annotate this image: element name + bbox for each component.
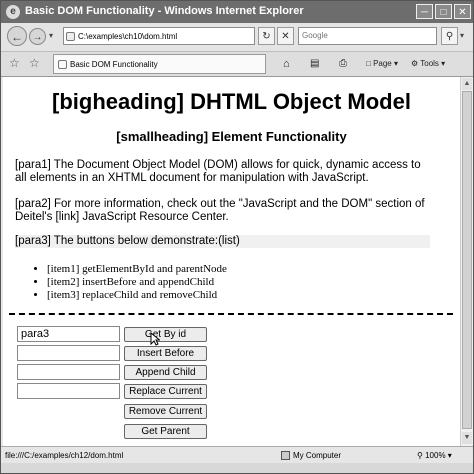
- history-dropdown-icon[interactable]: ▾: [49, 31, 53, 40]
- search-button[interactable]: ⚲: [441, 27, 458, 45]
- forward-button[interactable]: →: [29, 28, 46, 45]
- add-favorites-icon[interactable]: ☆: [29, 56, 40, 70]
- tab-label: Basic DOM Functionality: [70, 60, 158, 69]
- stop-button[interactable]: ✕: [277, 27, 294, 45]
- list-item: [item2] insertBefore and appendChild: [47, 276, 227, 289]
- refresh-button[interactable]: ↻: [258, 27, 275, 45]
- page-menu-label: Page: [373, 59, 392, 68]
- address-text: C:\examples\ch10\dom.html: [78, 32, 178, 41]
- get-by-id-button[interactable]: Get By id: [124, 327, 207, 342]
- title-bar: e Basic DOM Functionality - Windows Inte…: [1, 1, 473, 23]
- vertical-scrollbar[interactable]: ▲ ▼: [460, 77, 473, 446]
- security-zone: My Computer: [281, 447, 342, 464]
- window-title: Basic DOM Functionality - Windows Intern…: [25, 5, 304, 17]
- minimize-button[interactable]: ─: [416, 4, 433, 19]
- close-button[interactable]: ✕: [454, 4, 471, 19]
- list-item: [item1] getElementById and parentNode: [47, 263, 227, 276]
- search-options-icon[interactable]: ▾: [460, 31, 464, 40]
- refresh-icon: ↻: [262, 31, 271, 42]
- replace-current-button[interactable]: Replace Current: [124, 384, 207, 399]
- search-input[interactable]: [298, 27, 437, 45]
- para2: [para2] For more information, check out …: [15, 198, 425, 223]
- get-by-id-field[interactable]: [17, 326, 120, 342]
- gear-icon: ⚙: [411, 59, 421, 68]
- stop-icon: ✕: [281, 31, 290, 42]
- small-heading: [smallheading] Element Functionality: [116, 129, 347, 144]
- zoom-icon: ⚲: [417, 451, 426, 460]
- status-path: file:///C:/examples/ch12/dom.html: [5, 451, 124, 460]
- home-icon[interactable]: ⌂: [283, 57, 290, 71]
- back-button[interactable]: ←: [7, 26, 27, 46]
- maximize-button[interactable]: □: [435, 4, 452, 19]
- address-toolbar: ← → ▾ C:\examples\ch10\dom.html ↻ ✕ ⚲ ▾: [1, 23, 473, 52]
- page-menu[interactable]: □ Page ▾: [366, 57, 398, 71]
- zone-label: My Computer: [293, 451, 342, 460]
- favorites-star-icon[interactable]: ☆: [9, 56, 20, 70]
- tab-basic-dom[interactable]: Basic DOM Functionality: [53, 54, 266, 74]
- item-list: [item1] getElementById and parentNode [i…: [33, 263, 227, 302]
- remove-current-button[interactable]: Remove Current: [124, 404, 207, 419]
- insert-before-field[interactable]: [17, 345, 120, 361]
- scroll-up-icon[interactable]: ▲: [462, 78, 472, 90]
- window-bottom-edge: [1, 463, 473, 473]
- magnifier-icon: ⚲: [445, 31, 454, 42]
- computer-icon: [281, 451, 290, 460]
- address-input[interactable]: C:\examples\ch10\dom.html: [63, 27, 255, 45]
- big-heading: [bigheading] DHTML Object Model: [52, 89, 411, 114]
- forward-arrow-icon: →: [32, 32, 43, 43]
- page-content: [bigheading] DHTML Object Model [smallhe…: [3, 77, 460, 446]
- page-icon: [66, 32, 75, 41]
- browser-window: e Basic DOM Functionality - Windows Inte…: [0, 0, 474, 474]
- tab-page-icon: [58, 60, 67, 69]
- scroll-thumb[interactable]: [462, 91, 472, 429]
- get-parent-button[interactable]: Get Parent: [124, 424, 207, 439]
- list-item: [item3] replaceChild and removeChild: [47, 289, 227, 302]
- append-child-button[interactable]: Append Child: [124, 365, 207, 380]
- tab-bar: ☆ ☆ Basic DOM Functionality ⌂ ▤ ⎙ □ Page…: [1, 52, 473, 77]
- feeds-icon[interactable]: ▤: [310, 57, 319, 71]
- append-child-field[interactable]: [17, 364, 120, 380]
- status-bar: file:///C:/examples/ch12/dom.html My Com…: [1, 446, 473, 464]
- ie-icon: e: [6, 5, 20, 19]
- mouse-pointer-icon: [150, 332, 160, 346]
- zoom-control[interactable]: ⚲ 100% ▾: [417, 447, 452, 464]
- para1: [para1] The Document Object Model (DOM) …: [15, 159, 421, 184]
- tools-menu[interactable]: ⚙ Tools ▾: [411, 57, 445, 71]
- zoom-level: 100%: [425, 451, 446, 460]
- scroll-down-icon[interactable]: ▼: [462, 432, 472, 444]
- tools-menu-label: Tools: [420, 59, 439, 68]
- print-icon[interactable]: ⎙: [339, 57, 347, 71]
- para3: [para3] The buttons below demonstrate:(l…: [15, 235, 430, 248]
- page-menu-icon: □: [366, 59, 374, 68]
- replace-current-field[interactable]: [17, 383, 120, 399]
- dashed-divider: [9, 313, 453, 315]
- back-arrow-icon: ←: [11, 30, 23, 44]
- insert-before-button[interactable]: Insert Before: [124, 346, 207, 361]
